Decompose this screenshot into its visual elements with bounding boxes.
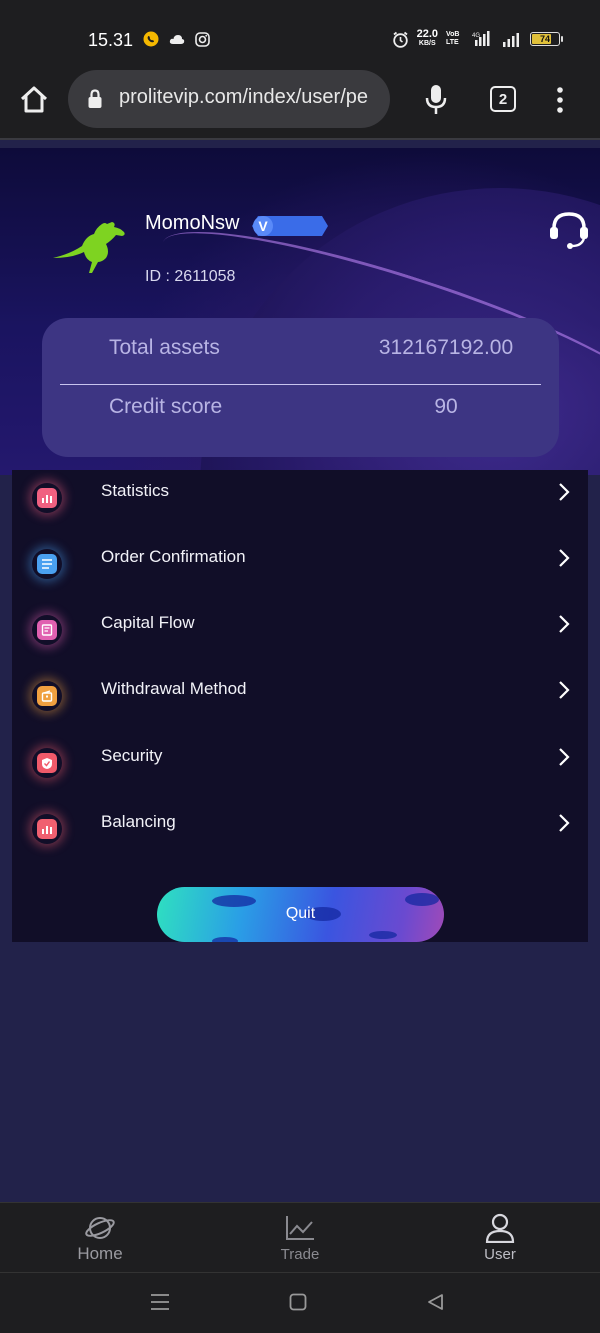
tab-switcher-button[interactable]: 2 [490,86,516,112]
total-assets-label: Total assets [109,336,220,359]
home-square-icon[interactable] [289,1293,307,1311]
chevron-right-icon [559,549,570,567]
status-notification-icons [143,31,210,47]
svg-text:V: V [258,218,268,234]
chevron-right-icon [559,814,570,832]
chevron-right-icon [559,483,570,501]
nav-label: User [484,1246,516,1263]
address-bar[interactable]: prolitevip.com/index/user/pe [68,70,390,128]
chart-icon [32,483,62,513]
home-icon[interactable] [18,84,50,116]
checklist-icon [32,549,62,579]
signal-icon [503,32,519,47]
browser-toolbar: prolitevip.com/index/user/pe 2 [0,70,600,140]
cloud-icon [169,35,185,44]
kangaroo-avatar [53,222,125,273]
url-text: prolitevip.com/index/user/pe [119,86,369,108]
menu-label: Capital Flow [101,613,195,632]
total-assets-row: Total assets 312167192.00 [42,336,559,376]
assets-divider [60,384,541,385]
network-speed: 22.0 KB/S [416,28,438,48]
recent-apps-icon[interactable] [150,1293,170,1311]
lock-icon [88,89,102,108]
system-navigation-bar [0,1272,600,1333]
username: MomoNsw [145,212,240,234]
menu-label: Security [101,746,163,765]
customer-service-icon[interactable] [548,210,590,250]
instagram-icon [195,31,210,47]
menu-item-capital-flow[interactable]: Capital Flow [12,602,588,660]
line-chart-icon [286,1216,314,1240]
menu-item-statistics[interactable]: Statistics [12,470,588,528]
chevron-right-icon [559,615,570,633]
more-options-icon[interactable] [552,84,568,116]
status-right-icons: 22.0 KB/S VoB LTE 4G 74 [392,28,563,48]
account-menu: Statistics Order Confirmation Capital Fl… [12,470,588,942]
menu-label: Balancing [101,812,176,831]
menu-item-order-confirmation[interactable]: Order Confirmation [12,536,588,594]
whatsapp-icon [143,31,159,47]
wallet-icon [32,681,62,711]
nav-home[interactable]: Home [40,1203,160,1273]
credit-score-row: Credit score 90 [42,395,559,435]
menu-label: Order Confirmation [101,547,246,566]
battery-icon: 74 [530,32,563,46]
shield-icon [32,748,62,778]
nav-label: Home [77,1244,123,1263]
quit-button[interactable]: Quit [157,887,444,942]
menu-label: Withdrawal Method [101,679,247,698]
credit-score-label: Credit score [109,395,223,418]
back-triangle-icon[interactable] [426,1293,444,1311]
nav-user[interactable]: User [440,1203,560,1273]
total-assets-value: 312167192.00 [378,336,514,359]
volte-indicator: VoB LTE [446,31,460,46]
menu-item-withdrawal-method[interactable]: Withdrawal Method [12,668,588,726]
quit-label: Quit [285,905,316,922]
chevron-right-icon [559,681,570,699]
planet-icon [85,1217,115,1239]
chevron-right-icon [559,748,570,766]
credit-score-value: 90 [434,395,458,418]
nav-trade[interactable]: Trade [240,1203,360,1273]
chart-icon [32,814,62,844]
microphone-icon[interactable] [424,84,448,116]
status-time: 15.31 [88,30,134,50]
user-icon [485,1213,515,1243]
assets-card: Total assets 312167192.00 Credit score 9… [42,318,559,457]
signal-4g-icon: 4G [472,31,490,46]
user-id: ID : 2611058 [145,268,236,285]
menu-item-balancing[interactable]: Balancing [12,801,588,859]
menu-item-security[interactable]: Security [12,735,588,793]
bottom-navigation: Home Trade User [0,1202,600,1272]
vip-badge: V [252,216,328,236]
nav-label: Trade [280,1246,320,1263]
alarm-icon [392,31,408,48]
menu-label: Statistics [101,481,170,500]
document-icon [32,615,62,645]
status-bar: 15.31 22.0 KB/S VoB LTE 4G 74 [0,0,600,74]
